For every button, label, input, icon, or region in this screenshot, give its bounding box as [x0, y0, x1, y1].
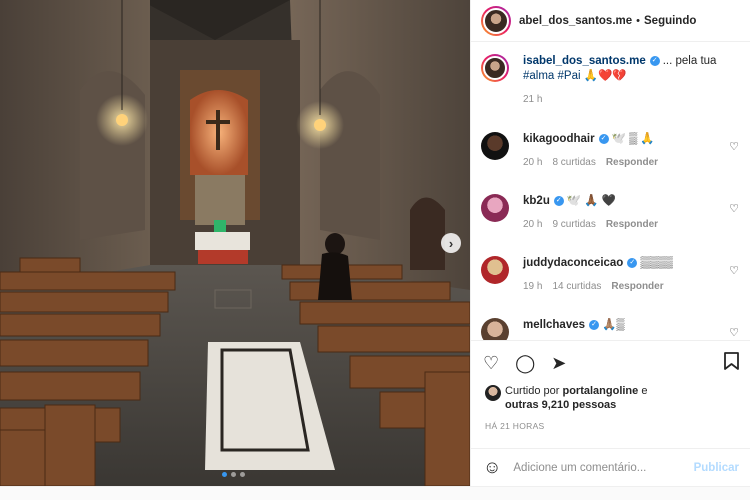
comment-icon[interactable]: ◯ — [515, 353, 535, 374]
comment-text: 🕊️ ▒ 🙏 — [611, 133, 655, 145]
comment-item: mellchaves ✓ 🙏🏽▒ ♡ — [481, 318, 743, 340]
post-side-panel: abel_dos_santos.me • Seguindo isabel_dos… — [470, 0, 750, 486]
author-avatar[interactable] — [481, 5, 511, 36]
add-comment-bar: ☺ Publicar — [471, 448, 750, 486]
post-actions: ♡ ◯ ➤ — [471, 340, 750, 386]
comment-item: juddydaconceicao ✓ ▒▒▒▒ 19 h 14 curtidas Res… — [481, 256, 743, 292]
comment-avatar[interactable] — [481, 132, 509, 160]
comment-time: 20 h — [523, 219, 543, 230]
comment-item: kb2u ✓ 🕊️ 🙏🏾 🖤 20 h 9 curtidas Responder ♡ — [481, 194, 743, 230]
comment-avatar[interactable] — [481, 256, 509, 284]
reply-button[interactable]: Responder — [606, 157, 658, 168]
like-comment-heart-icon[interactable]: ♡ — [729, 202, 739, 215]
verified-icon: ✓ — [598, 133, 609, 144]
emoji-icon[interactable]: ☺ — [483, 457, 501, 478]
bookmark-icon[interactable] — [724, 352, 739, 375]
liker-avatar — [485, 385, 501, 401]
verified-icon: ✓ — [649, 55, 660, 66]
comment-time: 20 h — [523, 157, 543, 168]
comment-likes[interactable]: 9 curtidas — [552, 219, 595, 230]
carousel-next-button[interactable]: › — [441, 233, 461, 253]
like-comment-heart-icon[interactable]: ♡ — [729, 140, 739, 153]
likes-middle: e — [641, 385, 648, 397]
post-timestamp: HÁ 21 HORAS — [485, 421, 545, 431]
verified-icon: ✓ — [589, 319, 600, 330]
likes-others[interactable]: outras 9,210 pessoas — [505, 399, 616, 411]
author-username[interactable]: abel_dos_santos.me — [519, 15, 632, 27]
likes-summary: Curtido por portalangoline e outras 9,21… — [485, 384, 745, 412]
like-comment-heart-icon[interactable]: ♡ — [729, 326, 739, 339]
caption-username[interactable]: isabel_dos_santos.me — [523, 55, 646, 67]
caption-hashtags[interactable]: #alma #Pai — [523, 70, 581, 82]
comment-username[interactable]: kb2u — [523, 195, 550, 207]
caption-avatar[interactable] — [481, 54, 509, 82]
carousel-dot — [222, 472, 227, 477]
share-icon[interactable]: ➤ — [551, 353, 566, 374]
publish-button[interactable]: Publicar — [694, 462, 739, 474]
comment-likes[interactable]: 8 curtidas — [552, 157, 595, 168]
verified-icon: ✓ — [553, 195, 564, 206]
liker-username[interactable]: portalangoline — [562, 385, 638, 397]
comment-avatar[interactable] — [481, 318, 509, 340]
comment-username[interactable]: mellchaves — [523, 319, 585, 331]
following-button[interactable]: Seguindo — [644, 15, 696, 27]
bottom-strip — [0, 486, 750, 500]
reply-button[interactable]: Responder — [606, 219, 658, 230]
heart-icon[interactable]: ♡ — [483, 353, 499, 374]
carousel-dot — [240, 472, 245, 477]
comment-username[interactable]: kikagoodhair — [523, 133, 595, 145]
carousel-indicator — [222, 472, 245, 477]
comment-likes[interactable]: 14 curtidas — [552, 281, 601, 292]
comment-time: 19 h — [523, 281, 543, 292]
carousel-dot — [231, 472, 236, 477]
caption-emojis: 🙏❤️💔 — [583, 70, 627, 82]
header-separator: • — [636, 14, 640, 27]
caption-text: ... pela tua — [662, 55, 717, 67]
reply-button[interactable]: Responder — [611, 281, 663, 292]
caption: isabel_dos_santos.me ✓... pela tua #alma … — [481, 54, 743, 105]
comments-list: isabel_dos_santos.me ✓... pela tua #alma … — [471, 42, 750, 340]
comment-text: 🕊️ 🙏🏾 🖤 — [566, 195, 617, 207]
comment-text: ▒▒▒▒ — [640, 257, 673, 269]
post-header: abel_dos_santos.me • Seguindo — [471, 0, 750, 42]
comment-item: kikagoodhair ✓ 🕊️ ▒ 🙏 20 h 8 curtidas Respon… — [481, 132, 743, 168]
like-comment-heart-icon[interactable]: ♡ — [729, 264, 739, 277]
comment-avatar[interactable] — [481, 194, 509, 222]
verified-icon: ✓ — [627, 257, 638, 268]
comment-text: 🙏🏽▒ — [602, 319, 625, 331]
comment-username[interactable]: juddydaconceicao — [523, 257, 623, 269]
church-interior-image — [0, 0, 470, 486]
comment-input[interactable] — [513, 461, 694, 474]
likes-prefix: Curtido por — [505, 385, 560, 397]
caption-time: 21 h — [523, 94, 543, 105]
post-photo[interactable]: › — [0, 0, 470, 486]
